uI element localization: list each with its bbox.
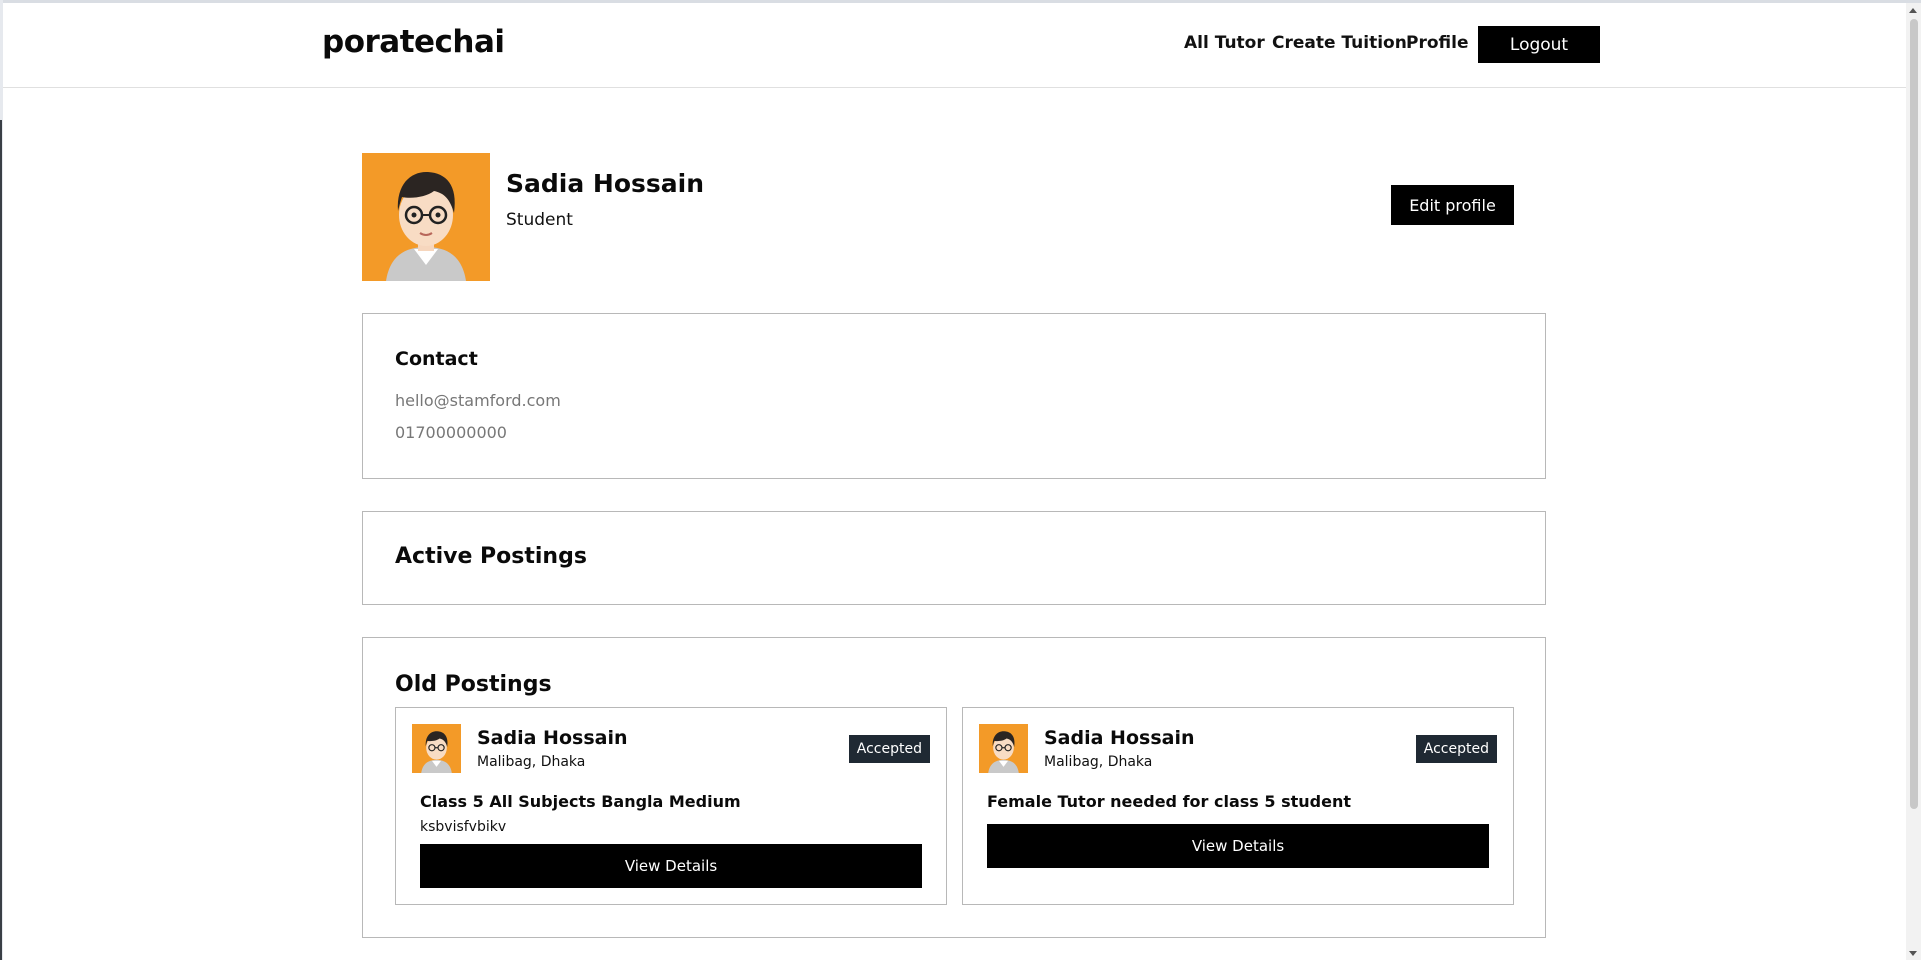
posting-title: Class 5 All Subjects Bangla Medium xyxy=(420,792,741,811)
posting-card: Sadia Hossain Malibag, Dhaka Accepted Fe… xyxy=(962,707,1514,905)
avatar-illustration-icon xyxy=(362,153,490,281)
contact-card: Contact hello@stamford.com 01700000000 xyxy=(362,313,1546,479)
posting-author-name: Sadia Hossain xyxy=(1044,727,1195,749)
scroll-down-arrow-icon[interactable] xyxy=(1909,951,1917,956)
avatar-illustration-icon xyxy=(412,724,461,773)
edit-profile-button[interactable]: Edit profile xyxy=(1391,185,1514,225)
status-badge: Accepted xyxy=(1415,735,1497,763)
profile-name: Sadia Hossain xyxy=(506,169,705,198)
posting-title: Female Tutor needed for class 5 student xyxy=(987,792,1351,811)
posting-location: Malibag, Dhaka xyxy=(1044,754,1153,770)
contact-title: Contact xyxy=(395,348,478,370)
active-postings-title: Active Postings xyxy=(395,544,587,569)
navbar: poratechai All Tutor Create Tuition Prof… xyxy=(3,3,1906,88)
status-badge: Accepted xyxy=(848,735,930,763)
page-scrollbar[interactable] xyxy=(1906,3,1921,960)
view-details-button[interactable]: View Details xyxy=(420,844,922,888)
window-left-edge xyxy=(0,120,2,960)
view-details-button[interactable]: View Details xyxy=(987,824,1489,868)
nav-link-profile[interactable]: Profile xyxy=(1406,33,1468,53)
brand-logo[interactable]: poratechai xyxy=(322,24,505,60)
nav-link-all-tutor[interactable]: All Tutor xyxy=(1184,33,1265,53)
profile-role: Student xyxy=(506,210,573,230)
posting-description: ksbvisfvbikv xyxy=(420,819,507,835)
profile-avatar xyxy=(362,153,490,281)
old-postings-title: Old Postings xyxy=(395,672,552,697)
posting-location: Malibag, Dhaka xyxy=(477,754,586,770)
posting-author-name: Sadia Hossain xyxy=(477,727,628,749)
posting-avatar xyxy=(979,724,1028,773)
contact-phone: 01700000000 xyxy=(395,423,507,442)
scroll-up-arrow-icon[interactable] xyxy=(1909,8,1917,13)
active-postings-card: Active Postings xyxy=(362,511,1546,605)
scrollbar-thumb[interactable] xyxy=(1910,19,1918,809)
nav-link-create-tuition[interactable]: Create Tuition xyxy=(1272,33,1407,53)
avatar-illustration-icon xyxy=(979,724,1028,773)
posting-avatar xyxy=(412,724,461,773)
logout-button[interactable]: Logout xyxy=(1478,26,1600,63)
old-postings-card: Old Postings Sadia Hossain Malibag, Dhak… xyxy=(362,637,1546,938)
contact-email: hello@stamford.com xyxy=(395,391,561,410)
posting-card: Sadia Hossain Malibag, Dhaka Accepted Cl… xyxy=(395,707,947,905)
